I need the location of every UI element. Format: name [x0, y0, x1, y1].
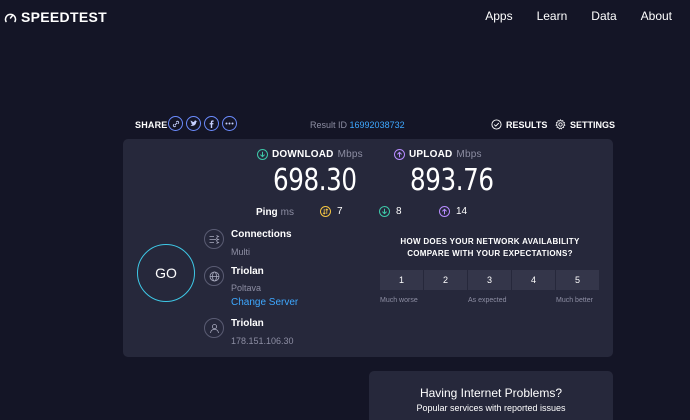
ping-idle-value: 7 — [337, 206, 343, 217]
download-header: DOWNLOAD Mbps — [257, 149, 363, 160]
main-nav: Apps Learn Data About — [461, 9, 672, 23]
ping-label-group: Ping ms — [256, 207, 294, 218]
nav-item-data[interactable]: Data — [591, 9, 616, 23]
upload-arrow-icon — [394, 149, 405, 160]
share-row: SHARE Result ID 16992038732 RESULTS SETT… — [135, 116, 615, 134]
ping-unit: ms — [280, 207, 295, 218]
upload-speed-value: 893.76 — [410, 163, 494, 198]
server-name: Triolan — [231, 266, 264, 277]
share-label: SHARE — [135, 120, 168, 130]
scale-high-label: Much better — [556, 297, 593, 304]
connections-title: Connections — [231, 229, 292, 240]
nav-item-apps[interactable]: Apps — [485, 9, 512, 23]
gear-icon — [555, 119, 566, 130]
result-id-label: Result ID — [310, 120, 348, 130]
download-speed-value: 698.30 — [273, 163, 357, 198]
upload-latency-icon — [439, 206, 450, 217]
rating-option-2[interactable]: 2 — [424, 270, 467, 290]
ping-label: Ping — [256, 207, 278, 218]
problems-subtitle: Popular services with reported issues — [416, 403, 566, 413]
ping-upload: 14 — [439, 206, 467, 217]
globe-icon — [204, 266, 224, 286]
survey-question-line-1: HOW DOES YOUR NETWORK AVAILABILITY — [400, 237, 580, 246]
idle-latency-icon — [320, 206, 331, 217]
download-unit: Mbps — [337, 149, 363, 160]
user-icon — [204, 318, 224, 338]
go-button[interactable]: GO — [137, 244, 195, 302]
upload-header: UPLOAD Mbps — [394, 149, 482, 160]
connections-value: Multi — [231, 247, 251, 257]
survey-question: HOW DOES YOUR NETWORK AVAILABILITY COMPA… — [380, 236, 600, 260]
gauge-icon — [4, 13, 17, 22]
download-arrow-icon — [257, 149, 268, 160]
isp-name: Triolan — [231, 318, 264, 329]
result-card: DOWNLOAD Mbps 698.30 UPLOAD Mbps 893.76 … — [123, 139, 613, 357]
server-location: Poltava — [231, 283, 262, 293]
rating-option-3[interactable]: 3 — [468, 270, 511, 290]
upload-label: UPLOAD — [409, 149, 453, 160]
ping-download-value: 8 — [396, 206, 402, 217]
isp-ip-address: 178.151.106.30 — [231, 336, 294, 346]
scale-low-label: Much worse — [380, 297, 418, 304]
rating-option-5[interactable]: 5 — [556, 270, 599, 290]
link-icon[interactable] — [168, 116, 183, 131]
brand-name: SPEEDTEST — [21, 9, 107, 25]
result-id-link[interactable]: 16992038732 — [350, 120, 405, 130]
internet-problems-card[interactable]: Having Internet Problems? Popular servic… — [369, 371, 613, 420]
top-bar: SPEEDTEST Apps Learn Data About — [0, 0, 690, 34]
speedtest-logo[interactable]: SPEEDTEST — [4, 9, 107, 25]
results-label: RESULTS — [506, 119, 548, 130]
settings-button[interactable]: SETTINGS — [555, 119, 615, 130]
download-latency-icon — [379, 206, 390, 217]
change-server-link[interactable]: Change Server — [231, 297, 298, 308]
ping-upload-value: 14 — [456, 206, 468, 217]
rating-option-4[interactable]: 4 — [512, 270, 555, 290]
result-id: Result ID 16992038732 — [310, 120, 405, 130]
ping-idle: 7 — [320, 206, 343, 217]
download-label: DOWNLOAD — [272, 149, 334, 160]
upload-unit: Mbps — [456, 149, 482, 160]
facebook-icon[interactable] — [204, 116, 219, 131]
connections-icon — [204, 229, 224, 249]
rating-option-1[interactable]: 1 — [380, 270, 423, 290]
settings-label: SETTINGS — [570, 119, 616, 130]
nav-item-about[interactable]: About — [641, 9, 672, 23]
nav-item-learn[interactable]: Learn — [537, 9, 568, 23]
more-icon[interactable] — [222, 116, 237, 131]
rating-scale: 1 2 3 4 5 — [380, 270, 600, 290]
ping-download: 8 — [379, 206, 402, 217]
check-circle-icon — [491, 119, 502, 130]
share-icons — [168, 116, 237, 131]
survey-question-line-2: COMPARE WITH YOUR EXPECTATIONS? — [407, 249, 573, 258]
problems-title: Having Internet Problems? — [419, 386, 563, 400]
scale-mid-label: As expected — [468, 297, 507, 304]
results-button[interactable]: RESULTS — [491, 119, 547, 130]
twitter-icon[interactable] — [186, 116, 201, 131]
